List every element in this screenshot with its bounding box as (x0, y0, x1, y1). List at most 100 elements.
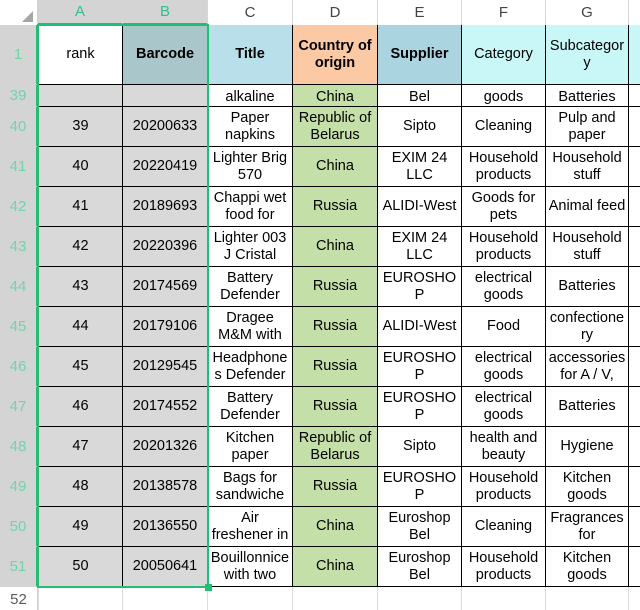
cell-g50[interactable]: Fragrances for (546, 507, 629, 547)
cell-g39[interactable]: Batteries (546, 85, 629, 107)
fill-handle[interactable] (205, 584, 212, 591)
cell-f41[interactable]: Household products (462, 147, 546, 187)
cell-e47[interactable]: EUROSHOP (378, 387, 462, 427)
row-header-42[interactable]: 42 (0, 187, 38, 227)
cell-a44[interactable]: 43 (38, 267, 123, 307)
cell-f42[interactable]: Goods for pets (462, 187, 546, 227)
row-header-44[interactable]: 44 (0, 267, 38, 307)
cell-c48[interactable]: Kitchen paper (208, 427, 293, 467)
column-header-f[interactable]: F (462, 0, 546, 25)
cell-g46[interactable]: accessories for A / V, (546, 347, 629, 387)
row-header-1[interactable]: 1 (0, 25, 38, 85)
row-header-45[interactable]: 45 (0, 307, 38, 347)
cell-b43[interactable]: 20220396 (123, 227, 208, 267)
cell-e40[interactable]: Sipto (378, 107, 462, 147)
table-row[interactable] (38, 587, 640, 610)
column-header-d[interactable]: D (293, 0, 378, 25)
cell-b46[interactable]: 20129545 (123, 347, 208, 387)
header-cell-d[interactable]: Country of origin (293, 25, 378, 85)
cell-f51[interactable]: Household products (462, 547, 546, 587)
cell-f44[interactable]: electrical goods (462, 267, 546, 307)
cell-b39[interactable] (123, 85, 208, 107)
cell-c41[interactable]: Lighter Brig 570 (208, 147, 293, 187)
cell-b41[interactable]: 20220419 (123, 147, 208, 187)
cell-c50[interactable]: Air freshener in (208, 507, 293, 547)
cell-g45[interactable]: confectionery (546, 307, 629, 347)
row-header-43[interactable]: 43 (0, 227, 38, 267)
cell-b50[interactable]: 20136550 (123, 507, 208, 547)
table-row[interactable]: 45 20129545 Headphones Defender Russia EUROS… (38, 347, 640, 387)
cell-g47[interactable]: Batteries (546, 387, 629, 427)
cell-a42[interactable]: 41 (38, 187, 123, 227)
column-header-bar[interactable]: ABCDEFGH (0, 0, 640, 25)
column-header-h[interactable]: H (629, 0, 640, 25)
cell-a50[interactable]: 49 (38, 507, 123, 547)
row-header-47[interactable]: 47 (0, 387, 38, 427)
cell-b47[interactable]: 20174552 (123, 387, 208, 427)
cell-e52[interactable] (378, 587, 462, 610)
cell-e48[interactable]: Sipto (378, 427, 462, 467)
table-row[interactable]: 46 20174552 Battery Defender Russia EUROSHOP… (38, 387, 640, 427)
table-row[interactable]: 47 20201326 Kitchen paper Republic of Belar… (38, 427, 640, 467)
cell-g48[interactable]: Hygiene (546, 427, 629, 467)
header-cell-h[interactable] (629, 25, 640, 85)
cell-d50[interactable]: China (293, 507, 378, 547)
header-cell-a[interactable]: rank (38, 25, 123, 85)
cell-a47[interactable]: 46 (38, 387, 123, 427)
cell-g40[interactable]: Pulp and paper (546, 107, 629, 147)
cell-c51[interactable]: Bouillonnice with two (208, 547, 293, 587)
cell-g49[interactable]: Kitchen goods (546, 467, 629, 507)
cell-a45[interactable]: 44 (38, 307, 123, 347)
cell-c45[interactable]: Dragee M&M with (208, 307, 293, 347)
cell-e44[interactable]: EUROSHOP (378, 267, 462, 307)
cells-area[interactable]: rank Barcode Title Country of origin Supplie… (38, 25, 640, 610)
cell-g42[interactable]: Animal feed (546, 187, 629, 227)
cell-d48[interactable]: Republic of Belarus (293, 427, 378, 467)
cell-g43[interactable]: Household stuff (546, 227, 629, 267)
table-row[interactable]: 42 20220396 Lighter 003 J Cristal China EXIM… (38, 227, 640, 267)
cell-h39[interactable] (629, 85, 640, 107)
cell-h40[interactable] (629, 107, 640, 147)
column-header-g[interactable]: G (546, 0, 629, 25)
cell-d41[interactable]: China (293, 147, 378, 187)
cell-f50[interactable]: Cleaning (462, 507, 546, 547)
row-header-39[interactable]: 39 (0, 85, 38, 107)
row-header-41[interactable]: 41 (0, 147, 38, 187)
cell-h41[interactable]: g (629, 147, 640, 187)
row-header-50[interactable]: 50 (0, 507, 38, 547)
cell-b44[interactable]: 20174569 (123, 267, 208, 307)
cell-e49[interactable]: EUROSHOP (378, 467, 462, 507)
cell-d49[interactable]: Russia (293, 467, 378, 507)
table-row[interactable]: alkaline China Bel goods Batteries (38, 85, 640, 107)
cell-c47[interactable]: Battery Defender (208, 387, 293, 427)
cell-f40[interactable]: Cleaning (462, 107, 546, 147)
cell-c43[interactable]: Lighter 003 J Cristal (208, 227, 293, 267)
cell-c46[interactable]: Headphones Defender (208, 347, 293, 387)
cell-a46[interactable]: 45 (38, 347, 123, 387)
cell-g41[interactable]: Household stuff (546, 147, 629, 187)
cell-a40[interactable]: 39 (38, 107, 123, 147)
cell-b49[interactable]: 20138578 (123, 467, 208, 507)
cell-d52[interactable] (293, 587, 378, 610)
cell-f39[interactable]: goods (462, 85, 546, 107)
cell-d45[interactable]: Russia (293, 307, 378, 347)
cell-h44[interactable] (629, 267, 640, 307)
cell-a49[interactable]: 48 (38, 467, 123, 507)
cell-h42[interactable] (629, 187, 640, 227)
table-row[interactable]: 44 20179106 Dragee M&M with Russia ALIDI-Wes… (38, 307, 640, 347)
table-row[interactable]: 48 20138578 Bags for sandwiche Russia EUROSH… (38, 467, 640, 507)
header-cell-f[interactable]: Category (462, 25, 546, 85)
cell-c42[interactable]: Chappi wet food for (208, 187, 293, 227)
cell-h46[interactable]: a (629, 347, 640, 387)
cell-d40[interactable]: Republic of Belarus (293, 107, 378, 147)
row-header-51[interactable]: 51 (0, 547, 38, 587)
cell-f43[interactable]: Household products (462, 227, 546, 267)
cell-h50[interactable]: f (629, 507, 640, 547)
row-header-49[interactable]: 49 (0, 467, 38, 507)
cell-e51[interactable]: Euroshop Bel (378, 547, 462, 587)
table-row[interactable]: 39 20200633 Paper napkins Republic of Belar… (38, 107, 640, 147)
cell-e41[interactable]: EXIM 24 LLC (378, 147, 462, 187)
cell-h51[interactable] (629, 547, 640, 587)
cell-f48[interactable]: health and beauty (462, 427, 546, 467)
cell-h43[interactable] (629, 227, 640, 267)
